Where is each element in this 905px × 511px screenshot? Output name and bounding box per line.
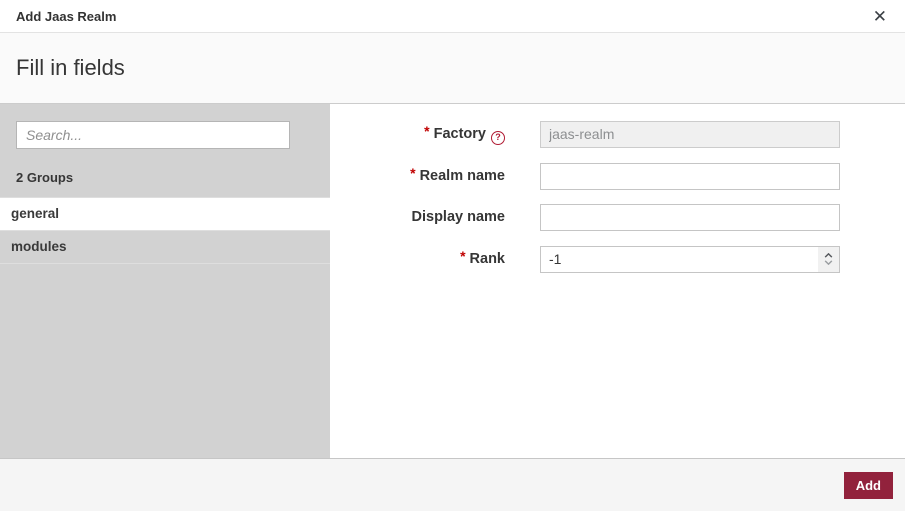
add-button[interactable]: Add [843, 471, 893, 499]
rank-label: * Rank [460, 248, 505, 267]
form-row-realm-name: * Realm name [330, 162, 905, 190]
realm-name-label: * Realm name [410, 165, 505, 184]
dialog-body: 2 Groups general modules *Factory? [0, 104, 905, 458]
rank-stepper [540, 245, 840, 273]
rank-field[interactable] [540, 245, 840, 273]
dialog-footer: Add [0, 458, 905, 511]
realm-name-field[interactable] [540, 162, 840, 190]
form-row-display-name: Display name [330, 204, 905, 231]
required-asterisk: * [410, 165, 416, 181]
close-icon: ✕ [872, 6, 887, 26]
sidebar-item-modules[interactable]: modules [0, 231, 330, 264]
search-input[interactable] [16, 121, 290, 149]
form-row-rank: * Rank [330, 245, 905, 273]
add-jaas-realm-dialog: Add Jaas Realm ✕ Fill in fields 2 Groups… [0, 0, 905, 511]
spinner-down-icon[interactable] [824, 260, 833, 265]
required-asterisk: * [424, 123, 430, 139]
rank-spinner[interactable] [818, 246, 839, 272]
groups-sidebar: 2 Groups general modules [0, 104, 330, 458]
form-row-factory: * Factory? [330, 120, 905, 148]
group-item-label: modules [11, 239, 67, 254]
factory-field [540, 120, 840, 148]
display-name-field[interactable] [540, 204, 840, 231]
group-list: general modules [0, 197, 330, 264]
close-button[interactable]: ✕ [869, 6, 891, 27]
group-item-label: general [11, 206, 60, 221]
step-heading: Fill in fields [16, 55, 125, 80]
search-wrap [0, 104, 330, 149]
factory-label: * Factory? [330, 120, 505, 148]
dialog-titlebar: Add Jaas Realm ✕ [0, 0, 905, 33]
form-area: *Factory? *Realm name Display name [330, 104, 905, 458]
groups-count-label: 2 Groups [16, 170, 74, 185]
dialog-title: Add Jaas Realm [16, 8, 117, 24]
wizard-header: Fill in fields [0, 33, 905, 104]
sidebar-item-general[interactable]: general [0, 198, 330, 231]
spinner-up-icon[interactable] [824, 253, 833, 258]
help-icon[interactable]: ? [491, 131, 505, 145]
required-asterisk: * [460, 248, 466, 264]
display-name-label: Display name [411, 209, 506, 225]
